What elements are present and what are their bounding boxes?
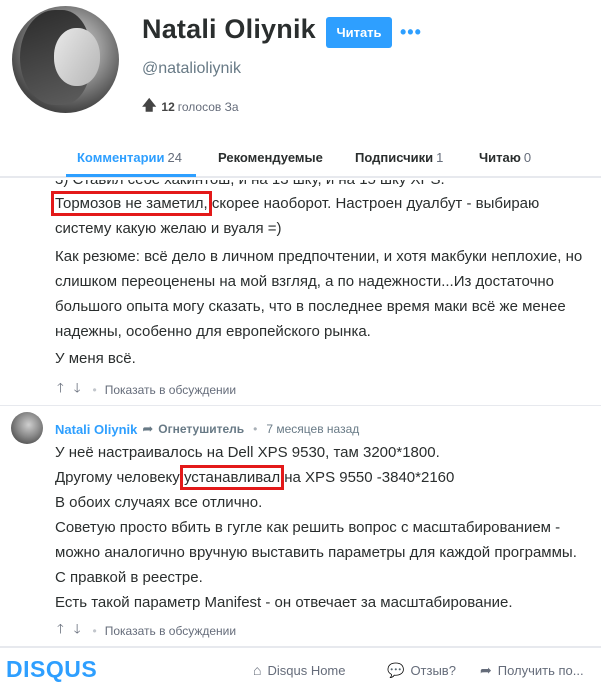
home-icon: ⌂ xyxy=(253,662,262,678)
tab-count: 0 xyxy=(523,150,532,165)
share-arrow-icon: ➦ xyxy=(480,662,492,678)
tab-following[interactable]: Читаю 0 xyxy=(479,150,531,165)
comment-actions: 🡑 🡓 • Показать в обсуждении xyxy=(57,379,236,401)
arrow-down-icon[interactable]: 🡓 xyxy=(74,379,81,401)
get-widget-label: Получить по... xyxy=(497,663,584,678)
comment-text-line: слишком переоценены на мой взгляд, а по … xyxy=(55,273,555,290)
arrow-down-icon[interactable]: 🡓 xyxy=(74,620,81,640)
comment-divider xyxy=(0,405,601,406)
show-in-discussion-link[interactable]: Показать в обсуждении xyxy=(105,624,236,638)
comment-text-line: большого опыта могу сказать, что в после… xyxy=(55,298,566,315)
tab-label: Комментарии xyxy=(77,150,165,165)
comment-text-line: надежны, особенно для европейского рынка… xyxy=(55,323,371,340)
comment-text-line: У неё настраивалось на Dell XPS 9530, та… xyxy=(55,444,440,461)
comment-meta: Natali Oliynik ➦ Огнетушитель • 7 месяце… xyxy=(55,421,359,437)
arrow-up-icon[interactable]: 🡑 xyxy=(57,620,64,640)
comment-timestamp[interactable]: 7 месяцев назад xyxy=(266,422,359,436)
follow-button[interactable]: Читать xyxy=(326,17,392,48)
show-in-discussion-link[interactable]: Показать в обсуждении xyxy=(105,383,236,397)
tab-label: Рекомендуемые xyxy=(218,150,323,165)
speech-bubble-icon: 💬 xyxy=(387,662,405,678)
disqus-home-label: Disqus Home xyxy=(267,662,346,678)
tab-followers[interactable]: Подписчики 1 xyxy=(355,150,443,165)
comment-text-fragment: скорее наоборот. Настроен дуалбут - выби… xyxy=(207,195,540,212)
tab-comments[interactable]: Комментарии 24 xyxy=(77,150,182,165)
votes-summary: 🡅 12 голосов За xyxy=(142,95,239,119)
profile-tabs: Комментарии 24 Рекомендуемые Подписчики 1 … xyxy=(0,138,601,178)
comment-text-line: можно аналогично вручную выставить парам… xyxy=(55,544,577,561)
comment-text-line: Советую просто вбить в гугле как решить … xyxy=(55,519,561,536)
profile-handle: @natalioliynik xyxy=(142,60,241,77)
comment-author[interactable]: Natali Oliynik xyxy=(55,422,137,437)
comment-text-line: систему какую желаю и вуаля =) xyxy=(55,220,282,237)
meta-separator: • xyxy=(253,422,258,436)
comment-text-line: В обоих случаях все отлично. xyxy=(55,494,263,511)
comment-text-line: Другому человеку устанавливал на XPS 955… xyxy=(55,465,454,490)
divider: • xyxy=(92,624,97,638)
feedback-label: Отзыв? xyxy=(410,663,456,678)
get-widget-link[interactable]: ➦ Получить по... xyxy=(480,662,584,679)
comment-text-line: Тормозов не заметил, скорее наоборот. На… xyxy=(51,191,540,216)
profile-name: Natali Oliynik xyxy=(142,14,316,44)
comments-feed: 3) Ставил себе хакинтош, и на 13 шку, и … xyxy=(0,180,601,640)
active-tab-indicator xyxy=(66,174,196,177)
comment-text-fragment: Другому человеку xyxy=(55,469,184,486)
more-options-icon[interactable]: ••• xyxy=(400,22,422,43)
disqus-logo[interactable]: DISQUS xyxy=(6,656,97,683)
comment-text-line: Как резюме: всё дело в личном предпочтен… xyxy=(55,248,583,265)
votes-count: 12 xyxy=(161,100,175,114)
reply-arrow-icon: ➦ xyxy=(142,421,154,436)
highlighted-text: Тормозов не заметил, xyxy=(51,191,212,216)
profile-avatar[interactable] xyxy=(12,6,119,113)
tab-label: Читаю xyxy=(479,150,521,165)
arrow-up-icon: 🡅 xyxy=(142,97,157,113)
profile-header: Natali Oliynik Читать ••• @natalioliynik… xyxy=(0,0,601,138)
comment-text-line: У меня всё. xyxy=(55,350,136,367)
disqus-footer: DISQUS ⌂ Disqus Home 💬 Отзыв? ➦ Получить… xyxy=(0,646,601,684)
comment-avatar[interactable] xyxy=(11,412,43,444)
comment-text-line: Есть такой параметр Manifest - он отвеча… xyxy=(55,594,513,611)
disqus-home-link[interactable]: ⌂ Disqus Home xyxy=(253,662,346,678)
arrow-up-icon[interactable]: 🡑 xyxy=(57,379,64,401)
reply-to-author[interactable]: Огнетушитель xyxy=(158,422,244,436)
comment-actions: 🡑 🡓 • Показать в обсуждении xyxy=(57,620,236,640)
tab-recommended[interactable]: Рекомендуемые xyxy=(218,150,323,165)
votes-label: голосов За xyxy=(177,100,239,114)
tab-label: Подписчики xyxy=(355,150,434,165)
feedback-link[interactable]: 💬 Отзыв? xyxy=(387,662,456,679)
divider: • xyxy=(92,383,97,397)
tab-count: 24 xyxy=(167,150,183,165)
tab-count: 1 xyxy=(436,150,444,165)
highlighted-text: устанавливал xyxy=(179,465,285,490)
comment-text-fragment: на XPS 9550 -3840*2160 xyxy=(280,469,455,486)
comment-text-line: С правкой в реестре. xyxy=(55,569,203,586)
